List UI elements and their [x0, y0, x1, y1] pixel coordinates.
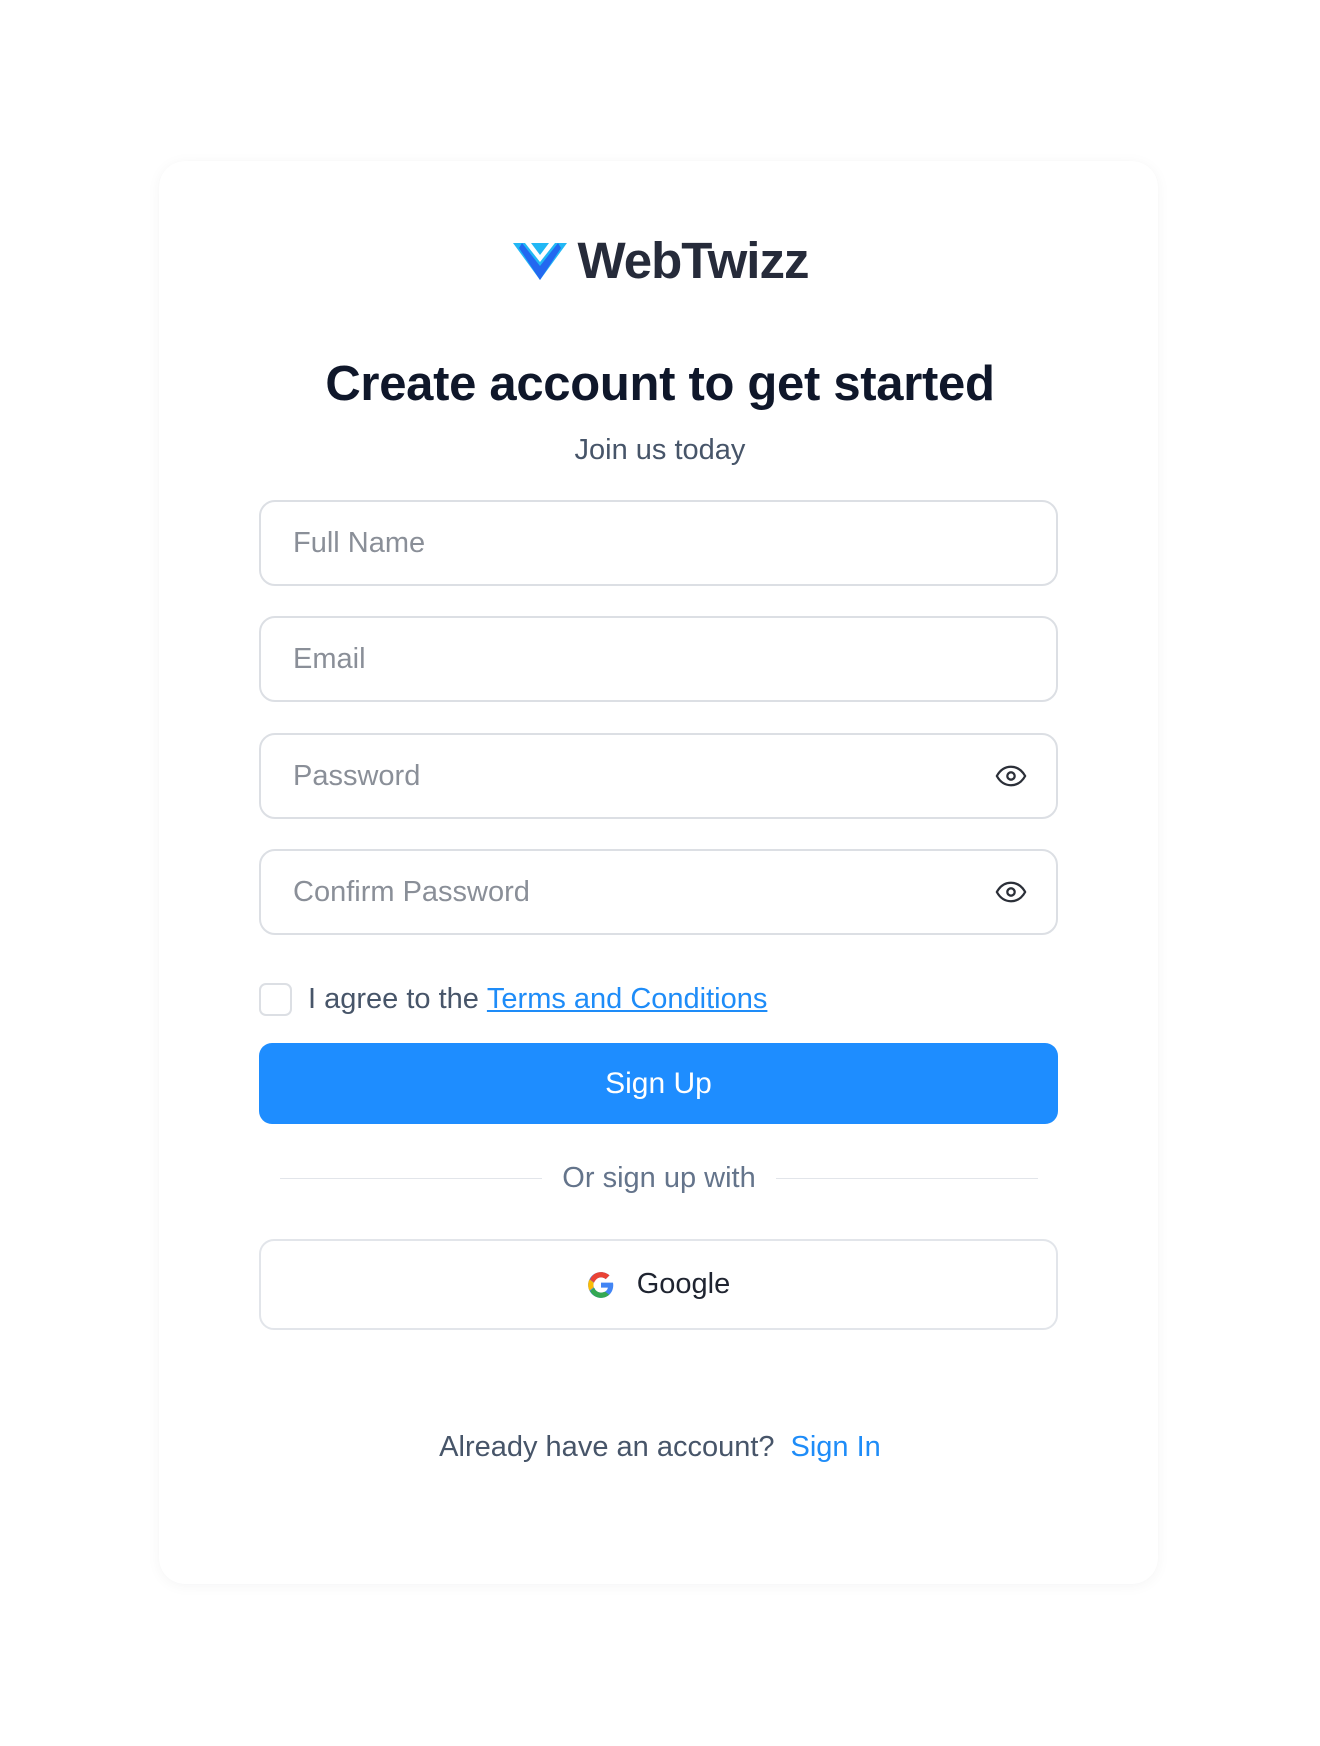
page-subtitle: Join us today [574, 434, 746, 466]
social-divider: Or sign up with [280, 1162, 1039, 1195]
divider-line [775, 1178, 1039, 1179]
page-title: Create account to get started [325, 357, 995, 411]
google-icon [587, 1271, 613, 1298]
google-label: Google [636, 1268, 731, 1300]
full-name-field[interactable] [259, 500, 1058, 586]
divider-text: Or sign up with [562, 1162, 756, 1194]
sign-in-link[interactable]: Sign In [791, 1431, 881, 1464]
signin-question: Already have an account? [439, 1431, 775, 1463]
confirm-password-input[interactable] [293, 875, 994, 909]
sign-up-button[interactable]: Sign Up [259, 1043, 1058, 1124]
password-input[interactable] [293, 759, 994, 793]
terms-checkbox[interactable] [259, 983, 292, 1016]
email-field[interactable] [259, 616, 1058, 702]
terms-agreement: I agree to the Terms and Conditions [259, 983, 767, 1016]
terms-link[interactable]: Terms and Conditions [487, 983, 767, 1015]
eye-icon[interactable] [994, 759, 1028, 793]
divider-line [280, 1178, 543, 1179]
webtwizz-logo-icon [512, 242, 567, 280]
full-name-input[interactable] [293, 526, 1024, 560]
confirm-password-field[interactable] [259, 849, 1058, 935]
password-field[interactable] [259, 733, 1058, 819]
google-signup-button[interactable]: Google [259, 1239, 1058, 1330]
signin-prompt: Already have an account? Sign In [0, 1431, 1320, 1464]
brand-name: WebTwizz [577, 232, 810, 289]
email-input[interactable] [293, 642, 1024, 676]
brand-logo: WebTwizz [0, 231, 1320, 290]
eye-icon[interactable] [994, 875, 1028, 909]
terms-agree-text: I agree to the [308, 983, 479, 1015]
